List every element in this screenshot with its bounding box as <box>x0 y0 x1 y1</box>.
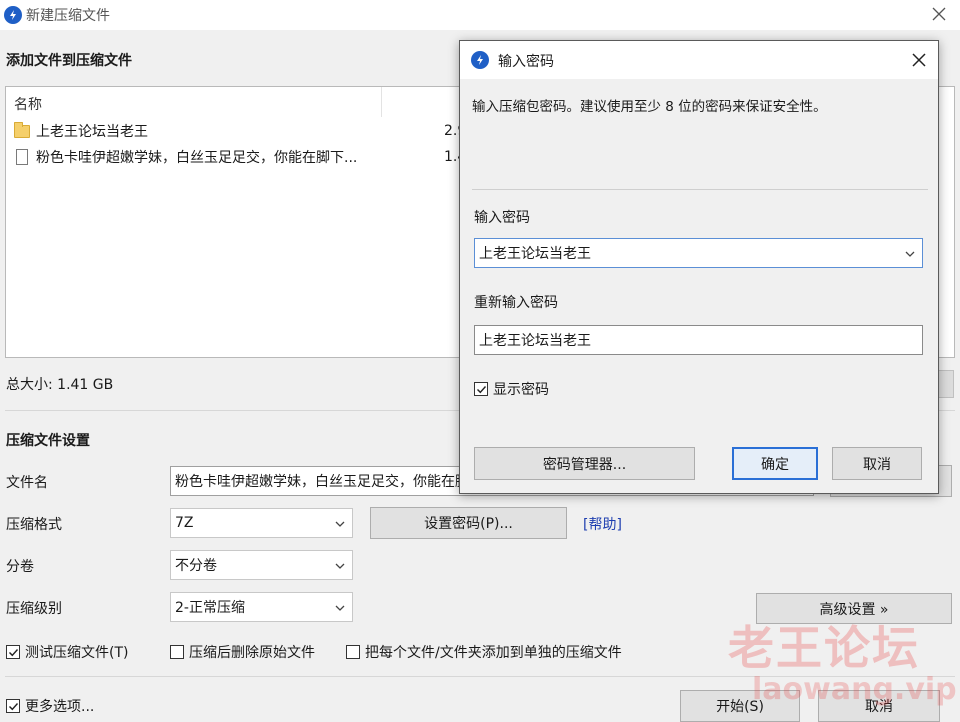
dialog-hint: 输入压缩包密码。建议使用至少 8 位的密码来保证安全性。 <box>472 99 827 115</box>
split-label: 分卷 <box>6 559 34 575</box>
settings-heading: 压缩文件设置 <box>6 433 90 449</box>
show-password-checkbox[interactable]: 显示密码 <box>474 379 549 399</box>
set-password-button[interactable]: 设置密码(P)... <box>370 507 567 539</box>
list-item-name: 粉色卡哇伊超嫩学妹，白丝玉足足交，你能在脚下... <box>36 150 358 166</box>
total-size: 总大小: 1.41 GB <box>6 377 114 393</box>
checkmark-icon <box>8 648 18 656</box>
dialog-cancel-button[interactable]: 取消 <box>832 447 922 480</box>
chevron-down-icon[interactable] <box>904 248 916 260</box>
checkbox-label: 把每个文件/文件夹添加到单独的压缩文件 <box>365 645 622 661</box>
password-manager-button[interactable]: 密码管理器... <box>474 447 695 480</box>
dialog-title: 输入密码 <box>498 54 554 70</box>
chevron-down-icon <box>335 605 345 611</box>
password-dialog: 输入密码 输入压缩包密码。建议使用至少 8 位的密码来保证安全性。 输入密码 上… <box>459 40 939 494</box>
list-item[interactable]: 上老王论坛当老王 2.9 <box>14 119 466 143</box>
close-icon <box>932 7 946 21</box>
window-titlebar: 新建压缩文件 <box>0 0 960 30</box>
window-title: 新建压缩文件 <box>26 8 110 24</box>
split-select-value: 不分卷 <box>175 558 217 574</box>
dialog-titlebar: 输入密码 <box>460 41 938 79</box>
column-separator[interactable] <box>381 87 382 117</box>
password-input[interactable]: 上老王论坛当老王 <box>474 238 923 268</box>
ok-button[interactable]: 确定 <box>732 447 818 480</box>
checkbox-box <box>346 645 360 659</box>
level-label: 压缩级别 <box>6 601 62 617</box>
checkbox-label: 压缩后删除原始文件 <box>189 645 315 661</box>
window-close-button[interactable] <box>924 0 954 28</box>
column-header-name[interactable]: 名称 <box>14 94 42 114</box>
separate-archives-checkbox[interactable]: 把每个文件/文件夹添加到单独的压缩文件 <box>346 642 622 662</box>
watermark-url: laowang.vip <box>752 672 957 707</box>
close-icon <box>912 53 926 67</box>
delete-source-checkbox[interactable]: 压缩后删除原始文件 <box>170 642 315 662</box>
app-logo-icon <box>4 6 22 24</box>
dialog-close-button[interactable] <box>904 45 934 75</box>
password-label: 输入密码 <box>474 210 530 226</box>
chevron-down-icon <box>335 521 345 527</box>
add-files-heading: 添加文件到压缩文件 <box>6 53 132 69</box>
side-button-stub[interactable] <box>938 370 954 398</box>
checkbox-label: 显示密码 <box>493 382 549 398</box>
format-label: 压缩格式 <box>6 517 62 533</box>
folder-icon <box>14 121 30 138</box>
checkbox-box <box>6 645 20 659</box>
more-options-checkbox[interactable]: 更多选项... <box>6 696 94 716</box>
checkbox-label: 更多选项... <box>25 699 95 715</box>
list-item-name: 上老王论坛当老王 <box>36 124 148 140</box>
test-archive-checkbox[interactable]: 测试压缩文件(T) <box>6 642 128 662</box>
filename-label: 文件名 <box>6 475 48 491</box>
checkbox-box <box>170 645 184 659</box>
app-logo-icon <box>471 51 489 69</box>
level-select-value: 2-正常压缩 <box>175 600 245 616</box>
chevron-down-icon <box>335 563 345 569</box>
divider <box>472 189 928 190</box>
dialog-body: 输入压缩包密码。建议使用至少 8 位的密码来保证安全性。 输入密码 上老王论坛当… <box>460 79 938 493</box>
format-select-value: 7Z <box>175 515 194 531</box>
checkbox-box <box>6 699 20 713</box>
watermark-text: 老王论坛 <box>728 621 920 675</box>
split-select[interactable]: 不分卷 <box>170 550 353 580</box>
checkmark-icon <box>8 702 18 710</box>
level-select[interactable]: 2-正常压缩 <box>170 592 353 622</box>
checkbox-label: 测试压缩文件(T) <box>25 645 129 661</box>
checkmark-icon <box>476 385 486 393</box>
confirm-password-input[interactable]: 上老王论坛当老王 <box>474 325 923 355</box>
format-select[interactable]: 7Z <box>170 508 353 538</box>
help-link[interactable]: [帮助] <box>583 514 622 534</box>
checkbox-box <box>474 382 488 396</box>
list-item[interactable]: 粉色卡哇伊超嫩学妹，白丝玉足足交，你能在脚下... 1.4 <box>14 145 466 169</box>
file-icon <box>16 149 28 165</box>
confirm-password-label: 重新输入密码 <box>474 295 558 311</box>
password-input-value: 上老王论坛当老王 <box>479 246 591 262</box>
